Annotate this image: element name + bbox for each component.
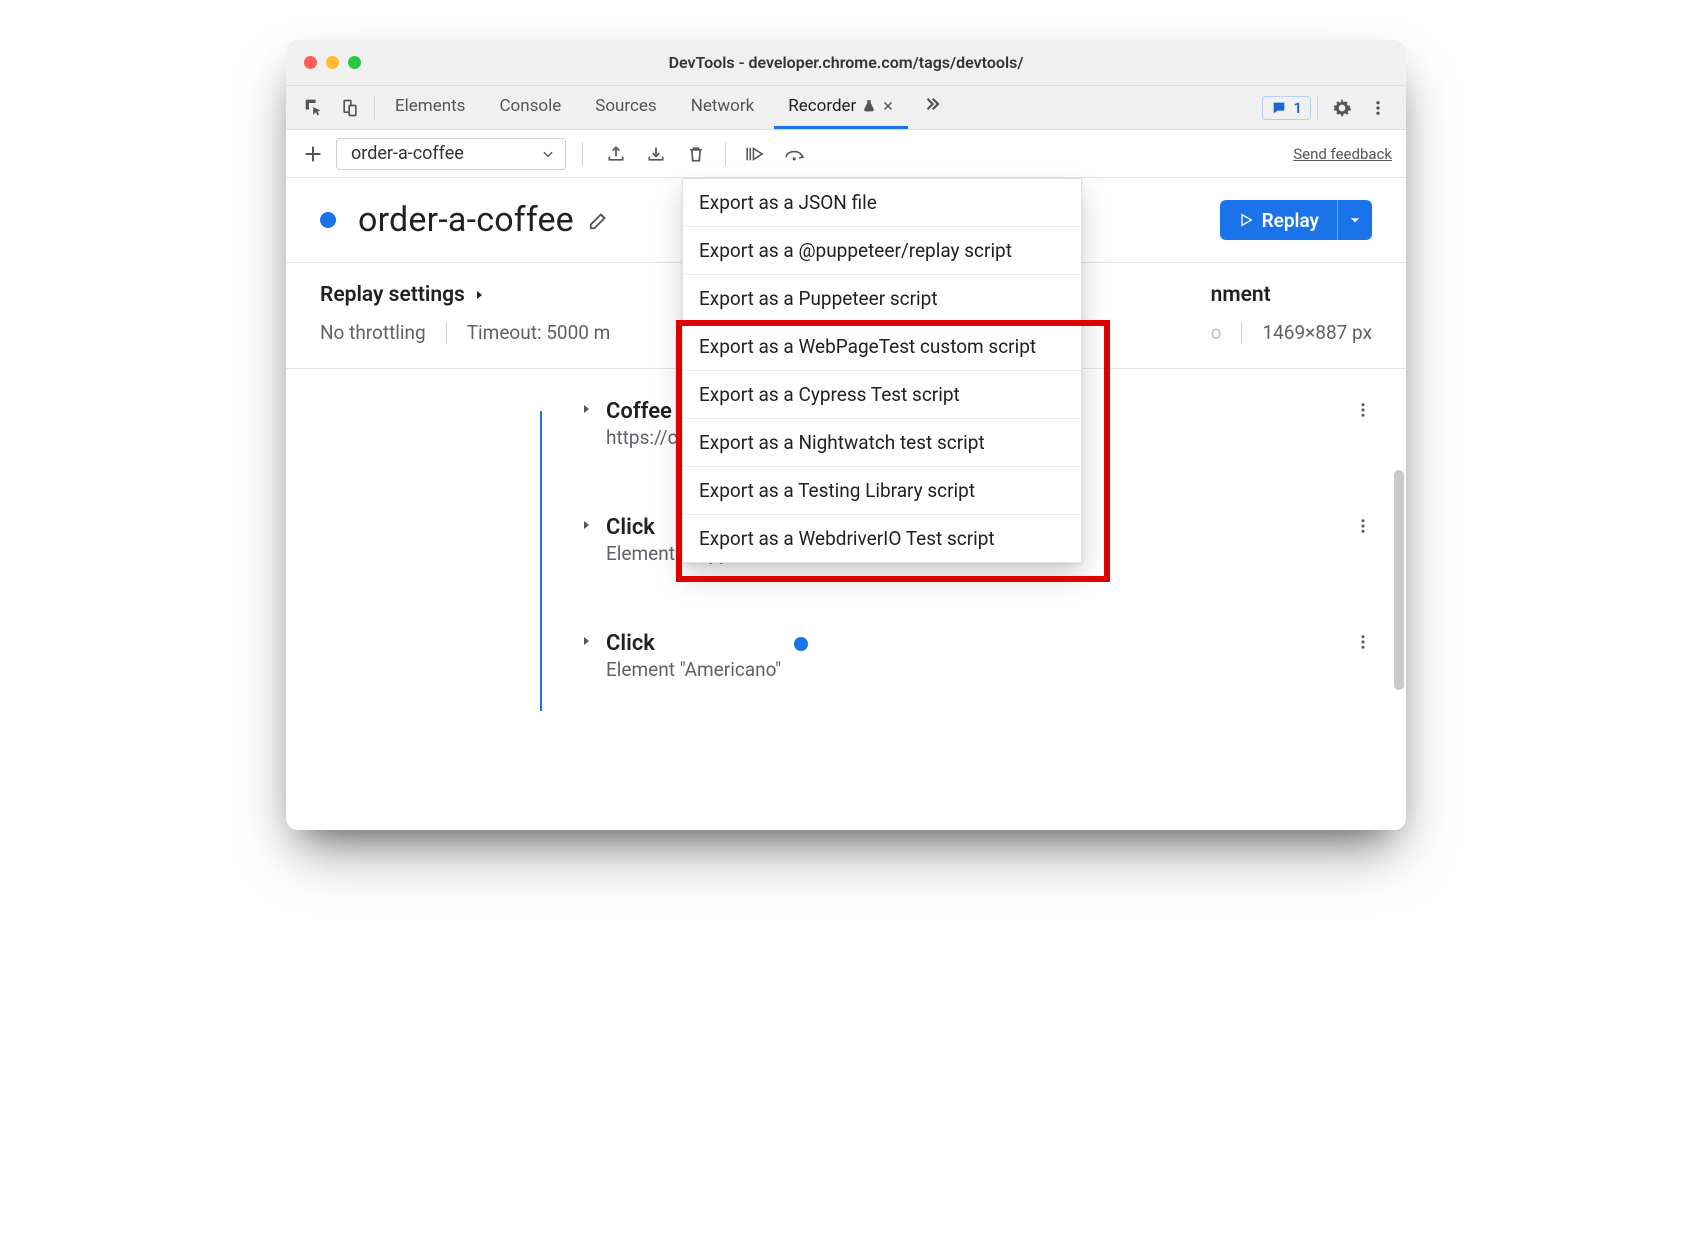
close-tab-icon[interactable] (882, 100, 894, 112)
device-toggle-icon[interactable] (332, 90, 368, 126)
issues-count: 1 (1293, 99, 1302, 117)
titlebar: DevTools - developer.chrome.com/tags/dev… (286, 40, 1406, 86)
step-more-icon[interactable] (1354, 517, 1372, 535)
tab-label: Network (691, 96, 755, 116)
separator (725, 142, 726, 166)
step-title: Coffee c (606, 399, 689, 424)
replay-settings-toggle[interactable]: Replay settings (320, 283, 610, 307)
recording-indicator-icon (320, 212, 336, 228)
export-json[interactable]: Export as a JSON file (683, 179, 1081, 227)
devtools-window: DevTools - developer.chrome.com/tags/dev… (286, 40, 1406, 830)
edit-title-icon[interactable] (588, 209, 610, 231)
timeline-node-icon (794, 637, 808, 651)
separator (446, 322, 447, 344)
recording-select[interactable]: order-a-coffee (336, 138, 566, 170)
export-cypress[interactable]: Export as a Cypress Test script (683, 371, 1081, 419)
scrollbar-thumb[interactable] (1394, 470, 1404, 690)
recorder-toolbar: order-a-coffee (286, 130, 1406, 178)
panel-tabs: Elements Console Sources Network Recorde… (381, 86, 950, 129)
recording-select-label: order-a-coffee (351, 143, 464, 164)
step-subtitle: https://c (606, 426, 689, 449)
replay-settings-label: Replay settings (320, 283, 465, 307)
tab-console[interactable]: Console (485, 86, 575, 129)
tab-label: Sources (595, 96, 656, 116)
export-testing-library[interactable]: Export as a Testing Library script (683, 467, 1081, 515)
tab-recorder[interactable]: Recorder (774, 86, 908, 129)
maximize-window-button[interactable] (348, 56, 361, 69)
separator (1241, 322, 1242, 344)
experiment-icon (862, 99, 876, 113)
chevron-down-icon (541, 147, 555, 161)
separator (374, 96, 375, 120)
tab-label: Recorder (788, 96, 856, 116)
new-recording-button[interactable] (300, 141, 326, 167)
step-title: Click (606, 631, 781, 656)
step-more-icon[interactable] (1354, 401, 1372, 419)
close-window-button[interactable] (304, 56, 317, 69)
issues-icon (1271, 100, 1287, 116)
viewport-value: 1469×887 px (1262, 321, 1372, 344)
replay-settings-meta: No throttling Timeout: 5000 m (320, 321, 610, 344)
replay-dropdown[interactable] (1337, 200, 1372, 240)
step-more-icon[interactable] (1354, 633, 1372, 651)
more-tabs-icon[interactable] (914, 86, 950, 122)
panel-tabstrip: Elements Console Sources Network Recorde… (286, 86, 1406, 130)
timeout-value: Timeout: 5000 m (467, 321, 611, 344)
caret-right-icon (473, 289, 485, 301)
export-webdriverio[interactable]: Export as a WebdriverIO Test script (683, 515, 1081, 562)
minimize-window-button[interactable] (326, 56, 339, 69)
separator (582, 142, 583, 166)
step-subtitle: Element "Americano" (606, 658, 781, 681)
export-webpagetest[interactable]: Export as a WebPageTest custom script (683, 323, 1081, 371)
environment-label: nment (1211, 283, 1372, 307)
issues-button[interactable]: 1 (1262, 96, 1311, 120)
traffic-lights (304, 40, 361, 85)
throttling-value: No throttling (320, 321, 426, 344)
recording-title: order-a-coffee (358, 200, 574, 240)
export-icon[interactable] (599, 137, 633, 171)
play-icon (1238, 212, 1254, 228)
more-menu-icon[interactable] (1360, 90, 1396, 126)
panel-body: order-a-coffee (286, 130, 1406, 830)
tab-label: Elements (395, 96, 465, 116)
tab-elements[interactable]: Elements (381, 86, 479, 129)
delete-icon[interactable] (679, 137, 713, 171)
tab-sources[interactable]: Sources (581, 86, 670, 129)
inspect-element-icon[interactable] (296, 90, 332, 126)
caret-right-icon (580, 519, 592, 531)
replay-label: Replay (1262, 209, 1319, 232)
toolbar-icons (599, 137, 812, 171)
export-menu: Export as a JSON file Export as a @puppe… (682, 178, 1082, 563)
step-item[interactable]: Click Element "Americano" (580, 631, 1372, 681)
separator (1317, 96, 1318, 120)
replay-button[interactable]: Replay (1220, 200, 1372, 240)
import-icon[interactable] (639, 137, 673, 171)
caret-right-icon (580, 635, 592, 647)
tab-network[interactable]: Network (677, 86, 769, 129)
export-puppeteer[interactable]: Export as a Puppeteer script (683, 275, 1081, 323)
send-feedback-link[interactable]: Send feedback (1293, 145, 1392, 163)
timeline-line (540, 411, 542, 711)
window-title: DevTools - developer.chrome.com/tags/dev… (669, 53, 1024, 72)
settings-icon[interactable] (1324, 90, 1360, 126)
tab-label: Console (499, 96, 561, 116)
caret-down-icon (1348, 213, 1362, 227)
step-over-icon[interactable] (778, 137, 812, 171)
step-continue-icon[interactable] (738, 137, 772, 171)
caret-right-icon (580, 403, 592, 415)
export-puppeteer-replay[interactable]: Export as a @puppeteer/replay script (683, 227, 1081, 275)
export-nightwatch[interactable]: Export as a Nightwatch test script (683, 419, 1081, 467)
